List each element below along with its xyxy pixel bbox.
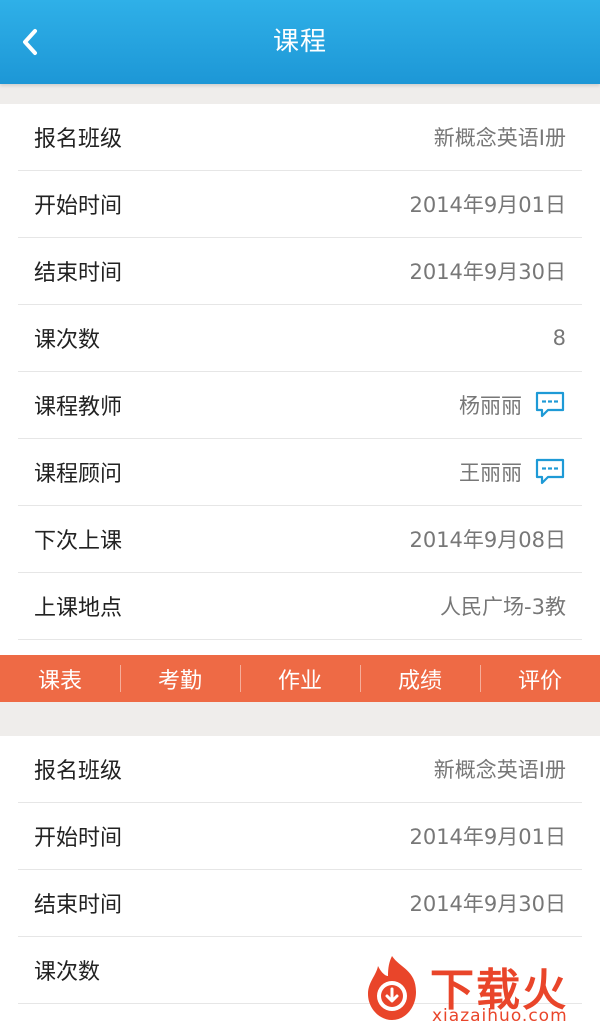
course-tab-bar: 课表 考勤 作业 成绩 评价	[0, 655, 600, 702]
info-row-class: 报名班级 新概念英语I册	[18, 104, 582, 171]
info-row-end-time: 结束时间 2014年9月30日	[18, 238, 582, 305]
row-label: 课程教师	[34, 395, 123, 420]
row-label: 下次上课	[34, 529, 123, 554]
info-row-location: 上课地点 人民广场-3教	[18, 573, 582, 640]
row-value: 2014年9月01日	[409, 825, 566, 849]
row-label: 报名班级	[34, 127, 123, 152]
tab-grades[interactable]: 成绩	[360, 655, 480, 702]
row-value: 人民广场-3教	[440, 595, 566, 619]
row-label: 上课地点	[34, 596, 123, 621]
row-label: 结束时间	[34, 893, 123, 918]
row-value: 2014年9月30日	[409, 260, 566, 284]
row-label: 结束时间	[34, 261, 123, 286]
row-value: 杨丽丽	[459, 394, 522, 418]
row-value: 2014年9月08日	[409, 528, 566, 552]
row-label: 开始时间	[34, 826, 123, 851]
row-label: 报名班级	[34, 759, 123, 784]
row-value: 王丽丽	[459, 461, 522, 485]
chat-bubble-icon[interactable]	[534, 457, 566, 487]
info-row-start-time: 开始时间 2014年9月01日	[18, 171, 582, 238]
row-label: 课程顾问	[34, 462, 123, 487]
info-row-teacher: 课程教师 杨丽丽	[18, 372, 582, 439]
row-value: 新概念英语I册	[433, 126, 566, 150]
tab-attendance[interactable]: 考勤	[120, 655, 240, 702]
row-value: 2014年9月01日	[409, 193, 566, 217]
info-row-start-time: 开始时间 2014年9月01日	[18, 803, 582, 870]
info-row-end-time: 结束时间 2014年9月30日	[18, 870, 582, 937]
info-row-class: 报名班级 新概念英语I册	[18, 736, 582, 803]
page-title: 课程	[272, 27, 327, 57]
flame-logo-icon	[368, 956, 416, 1020]
info-row-next-class: 下次上课 2014年9月08日	[18, 506, 582, 573]
row-value: 8	[552, 326, 566, 350]
row-value: 2014年9月30日	[409, 892, 566, 916]
course-info-card: 报名班级 新概念英语I册 开始时间 2014年9月01日 结束时间 2014年9…	[0, 104, 600, 660]
tab-homework[interactable]: 作业	[240, 655, 360, 702]
tab-schedule[interactable]: 课表	[0, 655, 120, 702]
info-row-advisor: 课程顾问 王丽丽	[18, 439, 582, 506]
watermark-logo: 下载火 xiazaihuo.com	[352, 948, 600, 1028]
row-label: 课次数	[34, 328, 101, 353]
header-bar: 课程	[0, 0, 600, 84]
chat-bubble-icon[interactable]	[534, 390, 566, 420]
info-row-lesson-count: 课次数 8	[18, 305, 582, 372]
row-label: 开始时间	[34, 194, 123, 219]
row-label: 课次数	[34, 960, 101, 985]
row-value: 新概念英语I册	[433, 758, 566, 782]
tab-evaluation[interactable]: 评价	[480, 655, 600, 702]
watermark-url: xiazaihuo.com	[432, 1006, 568, 1026]
